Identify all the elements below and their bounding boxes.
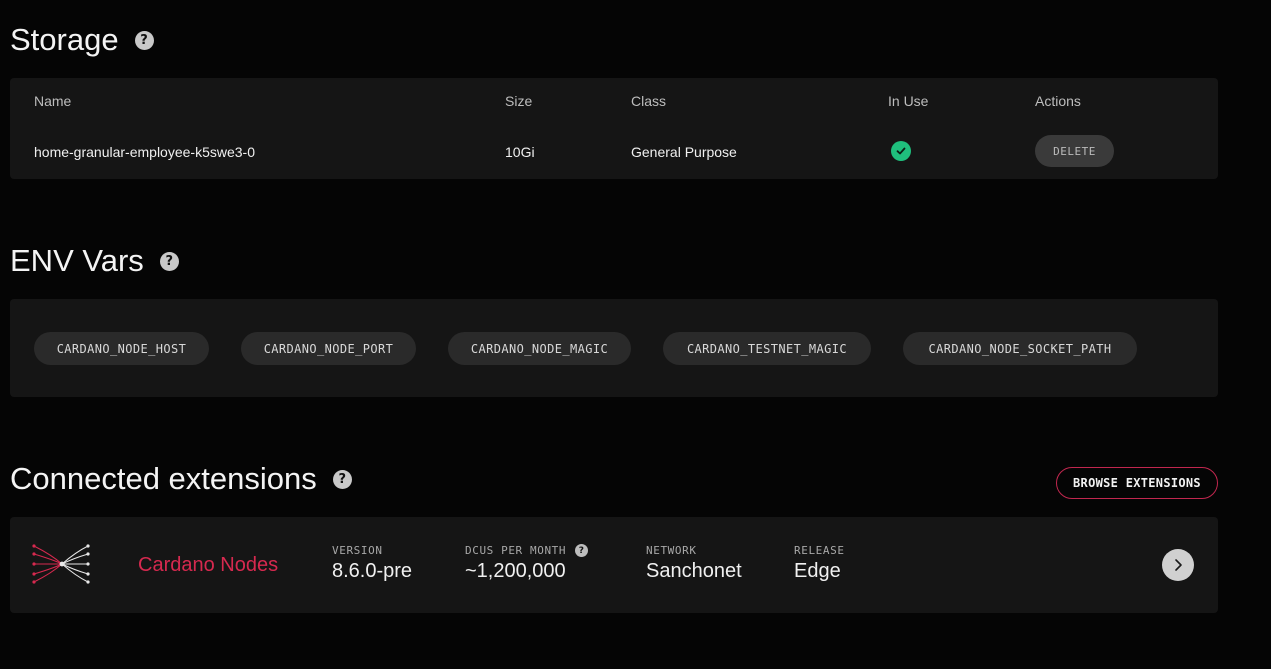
cardano-nodes-logo-icon: [32, 543, 92, 585]
dcus-stat: DCUS PER MONTH ? ~1,200,000: [465, 544, 589, 583]
env-title-text: ENV Vars: [10, 243, 144, 278]
storage-title-text: Storage: [10, 22, 119, 57]
open-extension-button[interactable]: [1162, 549, 1194, 581]
env-chip[interactable]: CARDANO_NODE_PORT: [241, 332, 416, 365]
release-label: RELEASE: [794, 544, 845, 557]
column-header-actions: Actions: [1035, 93, 1081, 109]
env-chip[interactable]: CARDANO_NODE_MAGIC: [448, 332, 631, 365]
network-value: Sanchonet: [646, 560, 742, 582]
dcus-help-icon[interactable]: ?: [575, 544, 589, 557]
chevron-right-icon: [1175, 559, 1182, 571]
env-help-icon[interactable]: ?: [159, 251, 179, 271]
release-stat: RELEASE Edge: [794, 544, 845, 583]
version-stat: VERSION 8.6.0-pre: [332, 544, 412, 583]
dcus-value: ~1,200,000: [465, 560, 566, 582]
storage-title: Storage ?: [10, 22, 154, 58]
env-vars-panel: CARDANO_NODE_HOST CARDANO_NODE_PORT CARD…: [10, 299, 1218, 397]
extensions-help-icon[interactable]: ?: [332, 469, 352, 489]
version-label: VERSION: [332, 544, 383, 557]
column-header-in-use: In Use: [888, 93, 929, 109]
volume-size: 10Gi: [505, 144, 535, 160]
env-chip[interactable]: CARDANO_NODE_HOST: [34, 332, 209, 365]
storage-help-icon[interactable]: ?: [134, 30, 154, 50]
extension-card[interactable]: Cardano Nodes VERSION 8.6.0-pre DCUS PER…: [10, 517, 1218, 613]
extension-name[interactable]: Cardano Nodes: [138, 554, 278, 577]
env-title: ENV Vars ?: [10, 243, 179, 279]
delete-button[interactable]: DELETE: [1035, 135, 1114, 167]
network-label: NETWORK: [646, 544, 697, 557]
extensions-title-text: Connected extensions: [10, 461, 317, 496]
column-header-size: Size: [505, 93, 533, 109]
volume-name: home-granular-employee-k5swe3-0: [34, 144, 255, 160]
column-header-name: Name: [34, 93, 72, 109]
env-chip[interactable]: CARDANO_NODE_SOCKET_PATH: [903, 332, 1137, 365]
volume-class: General Purpose: [631, 144, 737, 160]
release-value: Edge: [794, 560, 841, 582]
version-value: 8.6.0-pre: [332, 560, 413, 582]
dcus-label: DCUS PER MONTH: [465, 544, 567, 557]
column-header-class: Class: [631, 93, 667, 109]
in-use-check-icon: [891, 141, 911, 161]
extensions-title: Connected extensions ?: [10, 461, 352, 497]
network-stat: NETWORK Sanchonet: [646, 544, 742, 583]
browse-extensions-button[interactable]: BROWSE EXTENSIONS: [1056, 467, 1218, 499]
dcus-label-row: DCUS PER MONTH ?: [465, 544, 589, 557]
env-chip[interactable]: CARDANO_TESTNET_MAGIC: [663, 332, 871, 365]
storage-table: Name Size Class In Use Actions home-gran…: [10, 78, 1218, 179]
